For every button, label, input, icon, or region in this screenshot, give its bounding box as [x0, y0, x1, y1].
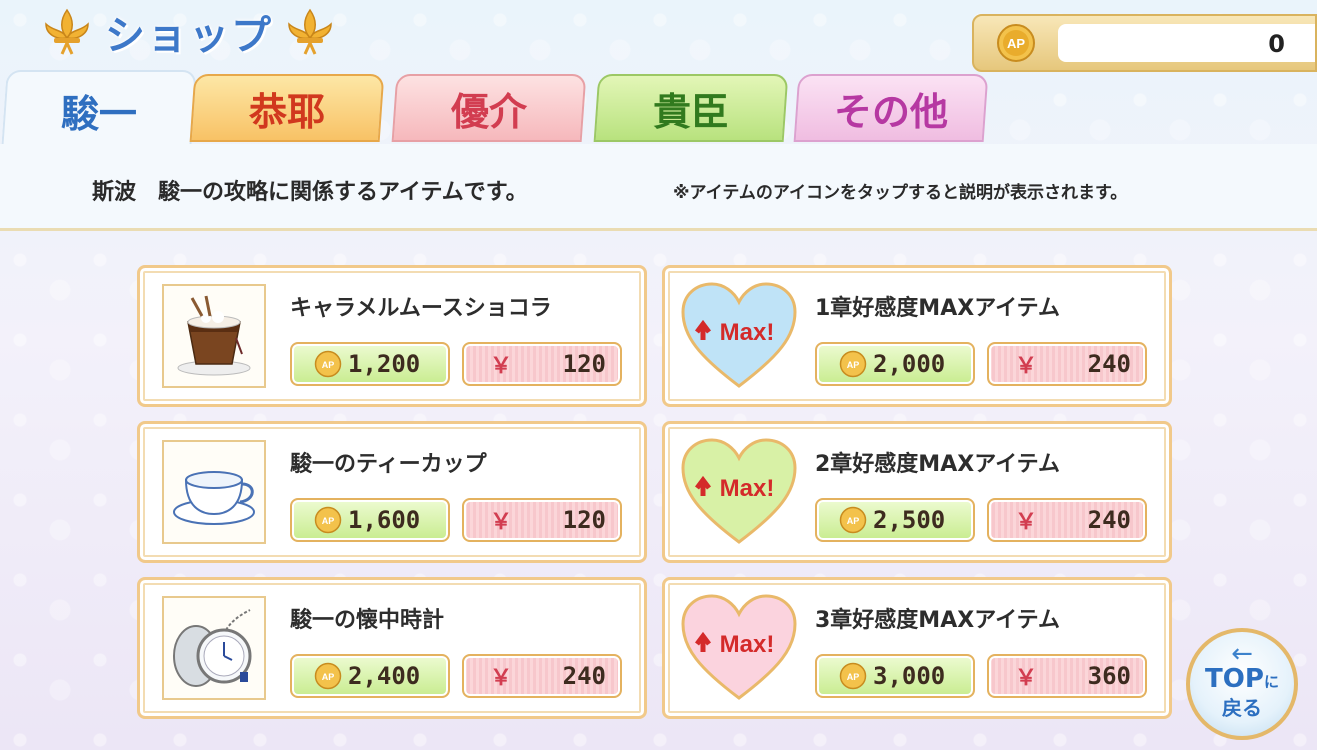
tab-kyoya[interactable]: 恭耶 — [189, 74, 385, 142]
yen-price: 360 — [1087, 662, 1131, 690]
tab-shunichi[interactable]: 駿一 — [1, 70, 197, 148]
top-label: TOP — [1205, 663, 1264, 694]
description-note: ※アイテムのアイコンをタップすると説明が表示されます。 — [673, 183, 1128, 203]
ap-coin-icon: AP — [314, 662, 342, 690]
ap-coin-icon: AP — [839, 350, 867, 378]
ap-price-button[interactable]: AP 1,200 — [290, 342, 450, 386]
yen-price-button[interactable]: ￥ 240 — [987, 342, 1147, 386]
ap-price-button[interactable]: AP 3,000 — [815, 654, 975, 698]
item-name: 1章好感度MAXアイテム — [815, 296, 1060, 321]
shop-item-card[interactable]: Max! 2章好感度MAXアイテム AP 2,500 ￥ 240 — [662, 421, 1172, 563]
tab-yusuke[interactable]: 優介 — [391, 74, 587, 142]
character-tabs: 駿一 恭耶 優介 貴臣 その他 — [0, 64, 1317, 148]
ap-price: 2,400 — [348, 662, 421, 690]
teacup-icon — [173, 471, 255, 525]
ap-price-button[interactable]: AP 1,600 — [290, 498, 450, 542]
shop-header: ショップ — [40, 2, 338, 62]
yen-price-button[interactable]: ￥ 360 — [987, 654, 1147, 698]
yen-price: 240 — [1087, 350, 1131, 378]
yen-price: 240 — [562, 662, 606, 690]
item-thumbnail[interactable] — [162, 284, 266, 388]
svg-text:Max!: Max! — [720, 631, 775, 658]
yen-price-button[interactable]: ￥ 120 — [462, 498, 622, 542]
svg-text:Max!: Max! — [720, 319, 775, 346]
ap-coin-icon: AP — [997, 24, 1035, 62]
yen-icon: ￥ — [1015, 666, 1038, 691]
ap-price: 1,200 — [348, 350, 421, 378]
shop-item-card[interactable]: Max! 1章好感度MAXアイテム AP 2,000 ￥ 240 — [662, 265, 1172, 407]
ap-coin-icon: AP — [839, 506, 867, 534]
heart-max-pink-icon[interactable]: Max! — [679, 592, 799, 704]
tab-other[interactable]: その他 — [793, 74, 989, 142]
item-thumbnail[interactable] — [162, 440, 266, 544]
shop-item-card[interactable]: 駿一の懐中時計 AP 2,400 ￥ 240 — [137, 577, 647, 719]
top-label-sub: 戻る — [1222, 695, 1262, 720]
shop-item-card[interactable]: Max! 3章好感度MAXアイテム AP 3,000 ￥ 360 — [662, 577, 1172, 719]
shop-item-card[interactable]: キャラメルムースショコラ AP 1,200 ￥ 120 — [137, 265, 647, 407]
yen-icon: ￥ — [1015, 354, 1038, 379]
ap-value-field: 0 — [1058, 24, 1315, 62]
item-thumbnail[interactable] — [162, 596, 266, 700]
svg-text:Max!: Max! — [720, 475, 775, 502]
yen-price-button[interactable]: ￥ 120 — [462, 342, 622, 386]
yen-price: 240 — [1087, 506, 1131, 534]
fleur-de-lis-icon — [288, 8, 332, 55]
heart-max-green-icon[interactable]: Max! — [679, 436, 799, 548]
yen-price: 120 — [562, 350, 606, 378]
item-name: 2章好感度MAXアイテム — [815, 452, 1060, 477]
svg-text:AP: AP — [322, 516, 335, 526]
fleur-de-lis-icon — [45, 8, 89, 55]
page-title: ショップ — [105, 13, 273, 59]
svg-text:AP: AP — [322, 672, 335, 682]
ap-price-button[interactable]: AP 2,400 — [290, 654, 450, 698]
ap-value: 0 — [1268, 30, 1285, 58]
item-name: 駿一のティーカップ — [290, 452, 487, 477]
svg-text:AP: AP — [847, 516, 860, 526]
yen-icon: ￥ — [1015, 510, 1038, 535]
item-name: 3章好感度MAXアイテム — [815, 608, 1060, 633]
back-to-top-button[interactable]: ← TOPに 戻る — [1186, 628, 1298, 740]
yen-price-button[interactable]: ￥ 240 — [462, 654, 622, 698]
svg-text:AP: AP — [847, 672, 860, 682]
svg-text:AP: AP — [1007, 36, 1025, 51]
ap-coin-icon: AP — [314, 350, 342, 378]
ap-coin-icon: AP — [839, 662, 867, 690]
ap-price: 1,600 — [348, 506, 421, 534]
ap-price: 2,000 — [873, 350, 946, 378]
ap-price-button[interactable]: AP 2,500 — [815, 498, 975, 542]
arrow-left-icon: ← — [1231, 638, 1253, 669]
tab-takaomi[interactable]: 貴臣 — [593, 74, 789, 142]
yen-icon: ￥ — [490, 354, 513, 379]
mousse-chocolat-icon — [177, 295, 251, 376]
yen-price-button[interactable]: ￥ 240 — [987, 498, 1147, 542]
ap-price-button[interactable]: AP 2,000 — [815, 342, 975, 386]
ap-price: 3,000 — [873, 662, 946, 690]
yen-icon: ￥ — [490, 510, 513, 535]
item-name: キャラメルムースショコラ — [290, 296, 552, 321]
svg-text:AP: AP — [847, 360, 860, 370]
svg-text:AP: AP — [322, 360, 335, 370]
description-text: 斯波 駿一の攻略に関係するアイテムです。 — [92, 180, 528, 205]
description-band: 斯波 駿一の攻略に関係するアイテムです。 ※アイテムのアイコンをタップすると説明… — [0, 144, 1317, 231]
item-name: 駿一の懐中時計 — [290, 608, 445, 633]
ap-coin-icon: AP — [314, 506, 342, 534]
top-label-suffix: に — [1263, 672, 1279, 691]
yen-icon: ￥ — [490, 666, 513, 691]
heart-max-blue-icon[interactable]: Max! — [679, 280, 799, 392]
pocket-watch-icon — [173, 609, 252, 687]
shop-item-card[interactable]: 駿一のティーカップ AP 1,600 ￥ 120 — [137, 421, 647, 563]
ap-price: 2,500 — [873, 506, 946, 534]
yen-price: 120 — [562, 506, 606, 534]
